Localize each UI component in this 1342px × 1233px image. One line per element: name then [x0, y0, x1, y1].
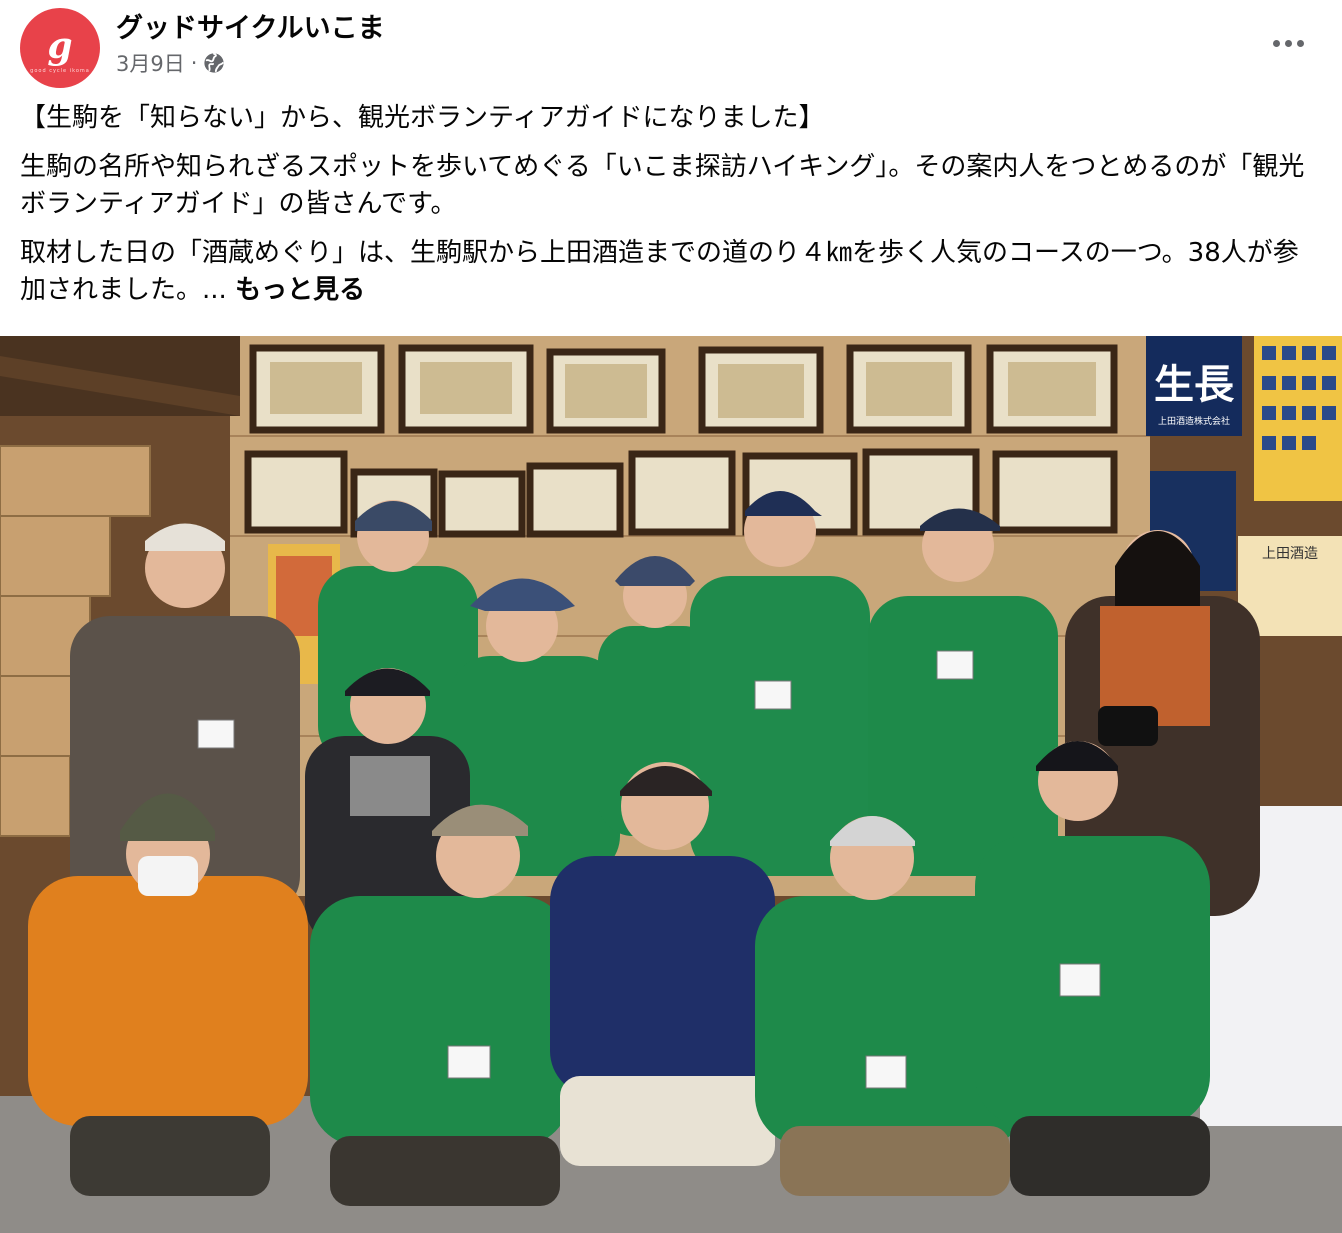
- group-photo-illustration: 生長 上田酒造株式会社 上田酒造: [0, 336, 1342, 1233]
- post-header: g good cycle ikoma グッドサイクルいこま 3月9日 ·: [20, 6, 1320, 88]
- facebook-post: g good cycle ikoma グッドサイクルいこま 3月9日 · 【生駒…: [0, 0, 1342, 1233]
- banner-subtext: 上田酒造株式会社: [1158, 415, 1230, 427]
- post-headline: 【生駒を「知らない」から、観光ボランティアガイドになりました】: [20, 103, 825, 133]
- banner-text: 生長: [1154, 361, 1235, 408]
- avatar-logo-subtext: good cycle ikoma: [30, 68, 90, 74]
- page-avatar[interactable]: g good cycle ikoma: [20, 8, 100, 88]
- see-more-link[interactable]: もっと見る: [235, 275, 365, 305]
- meta-separator: ·: [190, 51, 198, 75]
- post-paragraph-2-text: 取材した日の「酒蔵めぐり」は、生駒駅から上田酒造までの道のり４㎞を歩く人気のコー…: [20, 238, 1299, 305]
- post-paragraph-2: 取材した日の「酒蔵めぐり」は、生駒駅から上田酒造までの道のり４㎞を歩く人気のコー…: [20, 235, 1320, 309]
- sign-text: 上田酒造: [1262, 546, 1318, 562]
- avatar-logo-glyph: g: [47, 25, 73, 67]
- ellipsis-icon: [1284, 39, 1292, 47]
- post-meta: 3月9日 ·: [116, 48, 225, 78]
- globe-icon[interactable]: [203, 52, 225, 74]
- more-options-button[interactable]: [1266, 26, 1310, 60]
- ellipsis-icon: [1272, 39, 1280, 47]
- post-photo[interactable]: 生長 上田酒造株式会社 上田酒造: [0, 336, 1342, 1233]
- post-date[interactable]: 3月9日: [116, 48, 185, 78]
- page-name-link[interactable]: グッドサイクルいこま: [116, 6, 385, 45]
- post-text: 【生駒を「知らない」から、観光ボランティアガイドになりました】 生駒の名所や知ら…: [20, 100, 1320, 321]
- post-paragraph-1: 生駒の名所や知られざるスポットを歩いてめぐる「いこま探訪ハイキング」。その案内人…: [20, 152, 1305, 219]
- ellipsis-icon: [1296, 39, 1304, 47]
